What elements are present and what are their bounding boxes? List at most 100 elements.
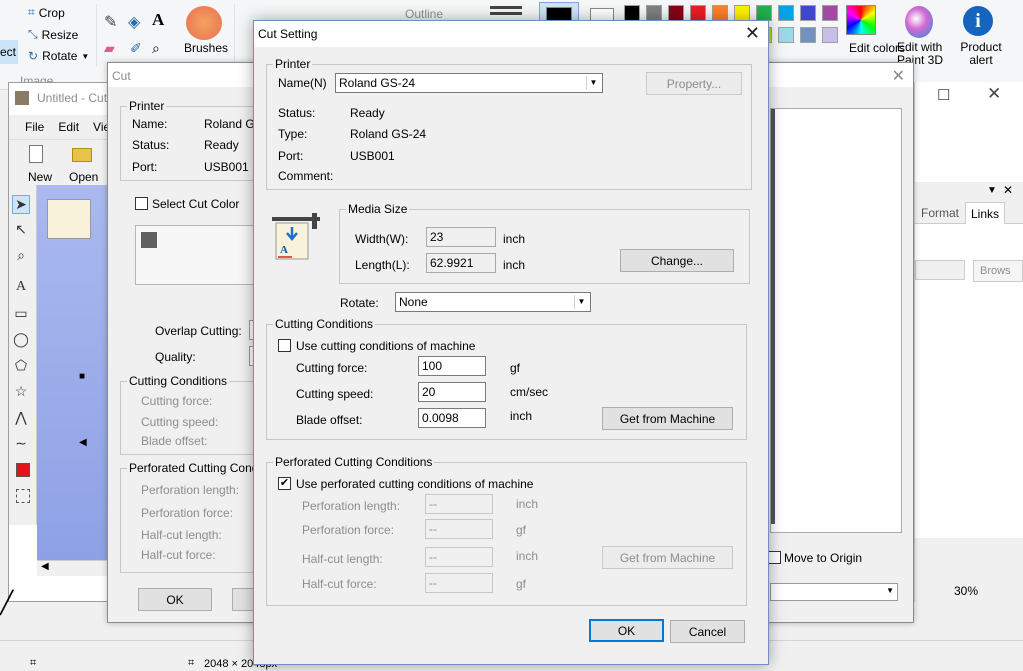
tab-links[interactable]: Links	[965, 202, 1005, 224]
open-button[interactable]: Open	[69, 170, 98, 184]
perforated-get-from-machine-button[interactable]: Get from Machine	[602, 546, 733, 569]
perforation-force-field[interactable]: --	[425, 519, 493, 539]
app-icon	[15, 91, 29, 105]
half-cut-force-field[interactable]: --	[425, 573, 493, 593]
eraser-icon[interactable]: ▰	[104, 40, 115, 57]
pencil-icon[interactable]: ✎	[104, 12, 117, 32]
palette-color-swatch[interactable]	[778, 27, 794, 43]
node-edit-icon[interactable]: ↖	[12, 221, 30, 238]
color-picker-icon[interactable]: ✐	[130, 40, 142, 57]
rotate-button[interactable]: ↻ Rotate ▼	[28, 49, 89, 63]
zoom-icon[interactable]: ⌕	[12, 247, 30, 264]
close-icon[interactable]: ✕	[987, 84, 1001, 104]
edit-colors-icon	[846, 5, 876, 35]
cut-setting-dialog: Cut Setting ✕ Printer Name(N) Roland GS-…	[253, 20, 769, 665]
panel-dropdown-icon[interactable]: ▼	[987, 185, 997, 196]
use-machine-conditions-checkbox[interactable]	[278, 339, 291, 352]
panel-close-icon[interactable]: ✕	[1003, 183, 1013, 197]
tab-format[interactable]: Format	[921, 206, 959, 220]
resize-button[interactable]: ⤡ Resize	[28, 27, 78, 42]
cancel-button[interactable]: Cancel	[670, 620, 745, 643]
paint3d-icon	[905, 6, 933, 38]
dialog-close-icon[interactable]: ✕	[745, 24, 760, 42]
move-to-origin-checkbox[interactable]	[768, 551, 781, 564]
use-perforated-machine-checkbox[interactable]: ✔	[278, 477, 291, 490]
browse-button[interactable]: Brows	[973, 260, 1023, 282]
perforation-length-field[interactable]: --	[425, 494, 493, 514]
rotate-select[interactable]: None ▼	[395, 292, 591, 312]
half-cut-length-field[interactable]: --	[425, 547, 493, 567]
length-label: Length(L):	[355, 258, 410, 272]
length-field[interactable]: 62.9921	[426, 253, 496, 273]
size-icon[interactable]	[490, 6, 522, 9]
rectangle-icon[interactable]: ▭	[12, 305, 30, 322]
brushes-button[interactable]: Brushes	[184, 41, 228, 55]
width-field[interactable]: 23	[426, 227, 496, 247]
new-button[interactable]: New	[28, 170, 52, 184]
length-unit: inch	[503, 258, 526, 272]
cut-color-list[interactable]	[135, 225, 255, 285]
palette-color-swatch[interactable]	[822, 27, 838, 43]
chevron-down-icon: ▼	[586, 76, 600, 90]
ellipse-icon[interactable]: ◯	[12, 331, 30, 348]
product-alert-button[interactable]: Product alert	[958, 41, 1004, 67]
editor-canvas[interactable]: ■ ◀	[37, 185, 117, 560]
star-icon[interactable]: ☆	[12, 383, 30, 400]
palette-color-swatch[interactable]	[734, 5, 750, 21]
marquee-icon[interactable]	[16, 489, 30, 503]
palette-color-swatch[interactable]	[668, 5, 684, 21]
cut-half-cut-length-label: Half-cut length:	[141, 528, 222, 542]
select-cut-color-checkbox[interactable]	[135, 197, 148, 210]
menu-edit[interactable]: Edit	[58, 120, 79, 134]
select-cut-color-label: Select Cut Color	[152, 197, 240, 211]
h-scrollbar[interactable]: ◀	[37, 560, 117, 576]
property-button[interactable]: Property...	[646, 72, 742, 95]
palette-color-swatch[interactable]	[800, 27, 816, 43]
palette-color-swatch[interactable]	[690, 5, 706, 21]
palette-color-swatch[interactable]	[624, 5, 640, 21]
curve-icon[interactable]: ∼	[12, 435, 30, 452]
cut-window-close-icon[interactable]: ✕	[892, 66, 905, 86]
printer-select-value: Roland GS-24	[339, 76, 416, 90]
selection-size-icon: ⌗	[188, 657, 195, 669]
type-label: Type:	[278, 127, 308, 141]
zoom-select[interactable]: ▼	[770, 583, 898, 601]
fill-color-swatch[interactable]	[16, 463, 30, 477]
menu-file[interactable]: File	[25, 120, 44, 134]
magnifier-icon[interactable]: ⌕	[152, 40, 160, 57]
open-folder-icon	[72, 148, 92, 162]
change-button[interactable]: Change...	[620, 249, 734, 272]
cut-printer-group: Printer	[127, 99, 167, 113]
width-unit: inch	[503, 232, 526, 246]
palette-color-swatch[interactable]	[778, 5, 794, 21]
get-from-machine-button[interactable]: Get from Machine	[602, 407, 733, 430]
palette-color-swatch[interactable]	[756, 5, 772, 21]
polyline-icon[interactable]: ⋀	[12, 409, 30, 426]
select-button[interactable]: ect	[0, 40, 18, 64]
palette-color-swatch[interactable]	[822, 5, 838, 21]
cutting-force-field[interactable]: 100	[418, 356, 486, 376]
cutting-speed-field[interactable]: 20	[418, 382, 486, 402]
info-icon: i	[963, 6, 993, 36]
printer-select[interactable]: Roland GS-24 ▼	[335, 73, 603, 93]
crop-button[interactable]: ⌗ Crop	[28, 5, 65, 20]
text-icon[interactable]: A	[12, 279, 30, 295]
new-file-icon	[29, 145, 43, 163]
brush-stroke-icon: ╱	[0, 590, 14, 615]
blade-offset-field[interactable]: 0.0098	[418, 408, 486, 428]
polygon-icon[interactable]: ⬠	[12, 357, 30, 374]
cut-ok-button[interactable]: OK	[138, 588, 212, 611]
outline-button[interactable]: Outline	[405, 7, 443, 21]
status-value: Ready	[350, 106, 385, 120]
select-arrow-icon[interactable]: ➤	[12, 195, 30, 214]
fill-icon[interactable]: ◈	[128, 12, 140, 32]
ok-button[interactable]: OK	[589, 619, 664, 642]
text-tool-icon[interactable]: A	[152, 10, 164, 30]
cut-color-swatch[interactable]	[141, 232, 157, 248]
cut-cutting-conditions-group: Cutting Conditions	[127, 374, 230, 388]
palette-color-swatch[interactable]	[800, 5, 816, 21]
maximize-icon[interactable]: ☐	[937, 86, 950, 104]
palette-color-swatch[interactable]	[646, 5, 662, 21]
palette-color-swatch[interactable]	[712, 5, 728, 21]
link-field[interactable]	[915, 260, 965, 280]
